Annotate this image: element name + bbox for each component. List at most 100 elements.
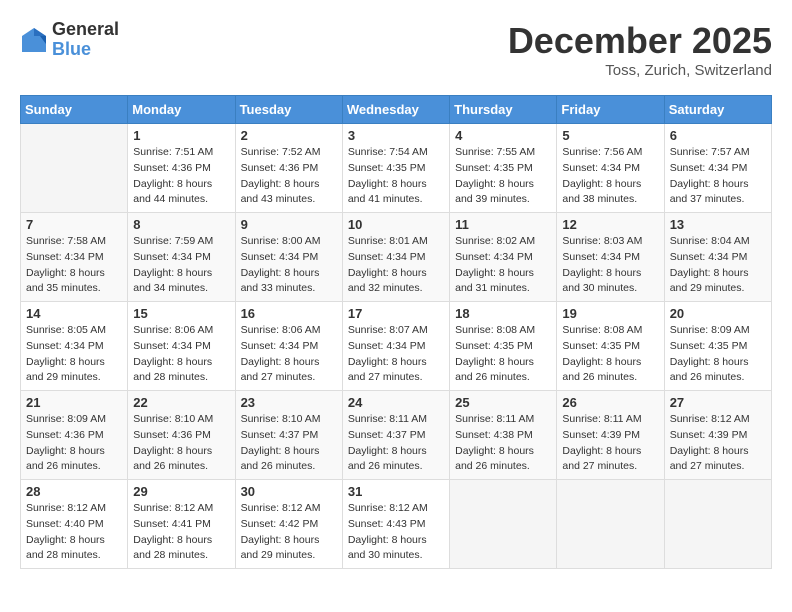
- day-number: 3: [348, 128, 444, 143]
- calendar-cell: 27 Sunrise: 8:12 AM Sunset: 4:39 PM Dayli…: [664, 391, 771, 480]
- day-info: Sunrise: 8:02 AM Sunset: 4:34 PM Dayligh…: [455, 234, 551, 297]
- day-info: Sunrise: 7:55 AM Sunset: 4:35 PM Dayligh…: [455, 145, 551, 208]
- day-info: Sunrise: 8:10 AM Sunset: 4:36 PM Dayligh…: [133, 412, 229, 475]
- day-info: Sunrise: 7:51 AM Sunset: 4:36 PM Dayligh…: [133, 145, 229, 208]
- day-info: Sunrise: 7:52 AM Sunset: 4:36 PM Dayligh…: [241, 145, 337, 208]
- calendar-cell: 17 Sunrise: 8:07 AM Sunset: 4:34 PM Dayli…: [342, 302, 449, 391]
- day-info: Sunrise: 8:04 AM Sunset: 4:34 PM Dayligh…: [670, 234, 766, 297]
- day-number: 4: [455, 128, 551, 143]
- weekday-header-row: SundayMondayTuesdayWednesdayThursdayFrid…: [21, 96, 772, 124]
- day-info: Sunrise: 7:58 AM Sunset: 4:34 PM Dayligh…: [26, 234, 122, 297]
- day-info: Sunrise: 8:09 AM Sunset: 4:36 PM Dayligh…: [26, 412, 122, 475]
- logo-blue-text: Blue: [52, 40, 119, 60]
- day-info: Sunrise: 7:57 AM Sunset: 4:34 PM Dayligh…: [670, 145, 766, 208]
- day-info: Sunrise: 8:12 AM Sunset: 4:40 PM Dayligh…: [26, 501, 122, 564]
- calendar-cell: [664, 480, 771, 569]
- week-row-1: 1 Sunrise: 7:51 AM Sunset: 4:36 PM Daylig…: [21, 124, 772, 213]
- week-row-3: 14Sunrise: 8:05 AM Sunset: 4:34 PM Dayli…: [21, 302, 772, 391]
- month-title: December 2025: [508, 20, 772, 62]
- calendar-cell: 10 Sunrise: 8:01 AM Sunset: 4:34 PM Dayli…: [342, 213, 449, 302]
- day-number: 30: [241, 484, 337, 499]
- day-number: 26: [562, 395, 658, 410]
- day-info: Sunrise: 8:12 AM Sunset: 4:42 PM Dayligh…: [241, 501, 337, 564]
- weekday-header-monday: Monday: [128, 96, 235, 124]
- day-number: 6: [670, 128, 766, 143]
- weekday-header-saturday: Saturday: [664, 96, 771, 124]
- calendar-cell: 26Sunrise: 8:11 AM Sunset: 4:39 PM Dayli…: [557, 391, 664, 480]
- day-number: 1: [133, 128, 229, 143]
- day-info: Sunrise: 8:11 AM Sunset: 4:38 PM Dayligh…: [455, 412, 551, 475]
- title-block: December 2025 Toss, Zurich, Switzerland: [508, 20, 772, 79]
- calendar-cell: 3 Sunrise: 7:54 AM Sunset: 4:35 PM Daylig…: [342, 124, 449, 213]
- day-number: 10: [348, 217, 444, 232]
- logo-general-text: General: [52, 20, 119, 40]
- calendar-cell: 5Sunrise: 7:56 AM Sunset: 4:34 PM Daylig…: [557, 124, 664, 213]
- weekday-header-sunday: Sunday: [21, 96, 128, 124]
- calendar-cell: 30 Sunrise: 8:12 AM Sunset: 4:42 PM Dayli…: [235, 480, 342, 569]
- day-info: Sunrise: 8:12 AM Sunset: 4:43 PM Dayligh…: [348, 501, 444, 564]
- day-info: Sunrise: 8:12 AM Sunset: 4:39 PM Dayligh…: [670, 412, 766, 475]
- calendar-cell: 22 Sunrise: 8:10 AM Sunset: 4:36 PM Dayli…: [128, 391, 235, 480]
- calendar-table: SundayMondayTuesdayWednesdayThursdayFrid…: [20, 95, 772, 569]
- day-info: Sunrise: 8:11 AM Sunset: 4:37 PM Dayligh…: [348, 412, 444, 475]
- calendar-cell: 7 Sunrise: 7:58 AM Sunset: 4:34 PM Daylig…: [21, 213, 128, 302]
- calendar-cell: 23 Sunrise: 8:10 AM Sunset: 4:37 PM Dayli…: [235, 391, 342, 480]
- calendar-cell: [21, 124, 128, 213]
- calendar-cell: 24 Sunrise: 8:11 AM Sunset: 4:37 PM Dayli…: [342, 391, 449, 480]
- calendar-cell: 25 Sunrise: 8:11 AM Sunset: 4:38 PM Dayli…: [450, 391, 557, 480]
- week-row-2: 7 Sunrise: 7:58 AM Sunset: 4:34 PM Daylig…: [21, 213, 772, 302]
- day-number: 18: [455, 306, 551, 321]
- calendar-cell: 14Sunrise: 8:05 AM Sunset: 4:34 PM Dayli…: [21, 302, 128, 391]
- day-number: 22: [133, 395, 229, 410]
- calendar-cell: 15 Sunrise: 8:06 AM Sunset: 4:34 PM Dayli…: [128, 302, 235, 391]
- calendar-cell: 8 Sunrise: 7:59 AM Sunset: 4:34 PM Daylig…: [128, 213, 235, 302]
- day-number: 9: [241, 217, 337, 232]
- day-number: 25: [455, 395, 551, 410]
- day-info: Sunrise: 8:08 AM Sunset: 4:35 PM Dayligh…: [562, 323, 658, 386]
- day-info: Sunrise: 8:12 AM Sunset: 4:41 PM Dayligh…: [133, 501, 229, 564]
- day-info: Sunrise: 7:59 AM Sunset: 4:34 PM Dayligh…: [133, 234, 229, 297]
- day-number: 20: [670, 306, 766, 321]
- day-number: 29: [133, 484, 229, 499]
- calendar-cell: 4 Sunrise: 7:55 AM Sunset: 4:35 PM Daylig…: [450, 124, 557, 213]
- day-number: 8: [133, 217, 229, 232]
- location-text: Toss, Zurich, Switzerland: [508, 62, 772, 79]
- calendar-cell: 16Sunrise: 8:06 AM Sunset: 4:34 PM Dayli…: [235, 302, 342, 391]
- day-info: Sunrise: 8:09 AM Sunset: 4:35 PM Dayligh…: [670, 323, 766, 386]
- calendar-cell: [557, 480, 664, 569]
- logo: General Blue: [20, 20, 119, 60]
- week-row-5: 28 Sunrise: 8:12 AM Sunset: 4:40 PM Dayli…: [21, 480, 772, 569]
- weekday-header-wednesday: Wednesday: [342, 96, 449, 124]
- day-number: 24: [348, 395, 444, 410]
- calendar-cell: 28 Sunrise: 8:12 AM Sunset: 4:40 PM Dayli…: [21, 480, 128, 569]
- day-info: Sunrise: 8:06 AM Sunset: 4:34 PM Dayligh…: [133, 323, 229, 386]
- day-number: 21: [26, 395, 122, 410]
- day-info: Sunrise: 8:06 AM Sunset: 4:34 PM Dayligh…: [241, 323, 337, 386]
- day-info: Sunrise: 8:03 AM Sunset: 4:34 PM Dayligh…: [562, 234, 658, 297]
- day-info: Sunrise: 8:07 AM Sunset: 4:34 PM Dayligh…: [348, 323, 444, 386]
- calendar-cell: 6 Sunrise: 7:57 AM Sunset: 4:34 PM Daylig…: [664, 124, 771, 213]
- day-number: 2: [241, 128, 337, 143]
- weekday-header-thursday: Thursday: [450, 96, 557, 124]
- day-info: Sunrise: 7:54 AM Sunset: 4:35 PM Dayligh…: [348, 145, 444, 208]
- weekday-header-friday: Friday: [557, 96, 664, 124]
- day-number: 27: [670, 395, 766, 410]
- day-number: 13: [670, 217, 766, 232]
- calendar-cell: 2 Sunrise: 7:52 AM Sunset: 4:36 PM Daylig…: [235, 124, 342, 213]
- day-info: Sunrise: 8:10 AM Sunset: 4:37 PM Dayligh…: [241, 412, 337, 475]
- day-number: 23: [241, 395, 337, 410]
- calendar-cell: 12Sunrise: 8:03 AM Sunset: 4:34 PM Dayli…: [557, 213, 664, 302]
- day-info: Sunrise: 8:01 AM Sunset: 4:34 PM Dayligh…: [348, 234, 444, 297]
- day-number: 15: [133, 306, 229, 321]
- day-number: 31: [348, 484, 444, 499]
- day-number: 7: [26, 217, 122, 232]
- day-info: Sunrise: 8:05 AM Sunset: 4:34 PM Dayligh…: [26, 323, 122, 386]
- calendar-cell: 29 Sunrise: 8:12 AM Sunset: 4:41 PM Dayli…: [128, 480, 235, 569]
- day-number: 17: [348, 306, 444, 321]
- week-row-4: 21 Sunrise: 8:09 AM Sunset: 4:36 PM Dayli…: [21, 391, 772, 480]
- day-info: Sunrise: 8:08 AM Sunset: 4:35 PM Dayligh…: [455, 323, 551, 386]
- logo-icon: [20, 26, 48, 54]
- day-number: 11: [455, 217, 551, 232]
- calendar-cell: 19Sunrise: 8:08 AM Sunset: 4:35 PM Dayli…: [557, 302, 664, 391]
- day-number: 28: [26, 484, 122, 499]
